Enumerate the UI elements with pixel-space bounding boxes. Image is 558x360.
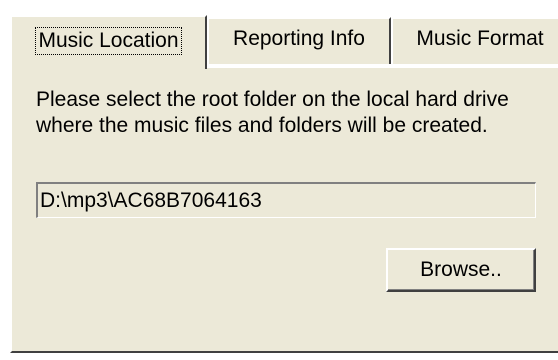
- tab-reporting-info-label: Reporting Info: [233, 27, 365, 50]
- music-folder-path-input[interactable]: [36, 182, 536, 218]
- tab-reporting-info[interactable]: Reporting Info: [207, 17, 391, 64]
- tab-music-location[interactable]: Music Location: [10, 15, 207, 69]
- folder-instructions: Please select the root folder on the loc…: [36, 88, 509, 137]
- tab-music-format-label: Music Format: [416, 27, 544, 50]
- tab-music-location-label: Music Location: [35, 27, 182, 55]
- browse-button[interactable]: Browse..: [386, 248, 536, 292]
- tab-music-format[interactable]: Music Format: [391, 17, 558, 64]
- music-location-panel: Please select the root folder on the loc…: [10, 66, 558, 353]
